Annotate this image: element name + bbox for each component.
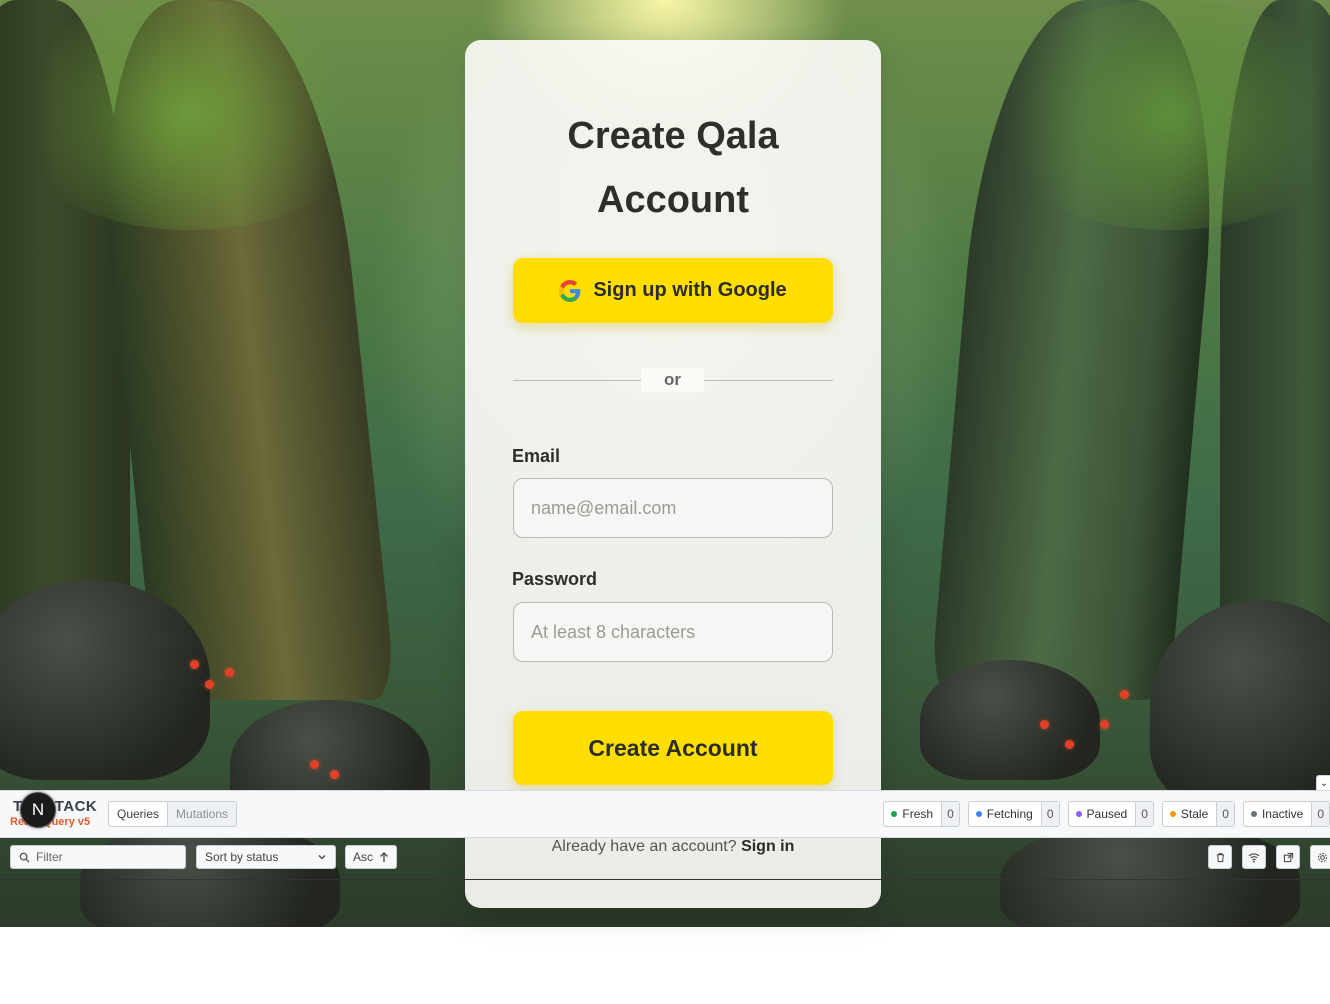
status-dot-icon — [891, 811, 898, 817]
nextjs-badge-button[interactable]: N — [20, 792, 56, 828]
devtools-header: TANSTACK React Query v5 N Queries Mutati… — [0, 790, 1330, 838]
status-label: Paused — [1086, 807, 1128, 821]
status-dot-icon — [1169, 811, 1176, 817]
filter-placeholder: Filter — [36, 850, 63, 864]
gear-icon — [1317, 852, 1327, 862]
status-label: Stale — [1180, 807, 1209, 821]
settings-button[interactable] — [1310, 845, 1330, 869]
chevron-down-icon: ⌄ — [1319, 778, 1329, 789]
status-chip-stale[interactable]: Stale 0 — [1161, 801, 1235, 827]
create-account-button[interactable]: Create Account — [513, 711, 833, 785]
google-signup-button[interactable]: Sign up with Google — [513, 258, 833, 323]
trash-icon — [1216, 852, 1224, 862]
signup-card: Create Qala Account Sign up with Google … — [465, 40, 881, 908]
status-label: Inactive — [1261, 807, 1304, 821]
status-chip-paused[interactable]: Paused 0 — [1067, 801, 1154, 827]
status-count: 0 — [1135, 802, 1153, 826]
flower — [190, 660, 199, 669]
email-label: Email — [512, 446, 561, 466]
status-dot-icon — [1250, 811, 1257, 817]
filter-input[interactable]: Filter — [10, 845, 186, 869]
network-toggle-button[interactable] — [1242, 845, 1266, 869]
devtools-tabs: Queries Mutations — [108, 801, 238, 827]
arrow-up-icon — [380, 851, 388, 862]
status-count: 0 — [941, 802, 959, 826]
page-title: Create Qala — [567, 115, 779, 157]
status-chip-fetching[interactable]: Fetching 0 — [967, 801, 1060, 827]
flower — [225, 668, 234, 677]
page-title-line2: Account — [597, 179, 749, 221]
status-dot-icon — [975, 811, 982, 817]
status-count: 0 — [1216, 802, 1234, 826]
status-label: Fresh — [902, 807, 934, 821]
flower — [1065, 740, 1074, 749]
password-label: Password — [512, 569, 598, 589]
google-signup-label: Sign up with Google — [593, 279, 787, 301]
clear-cache-button[interactable] — [1208, 845, 1232, 869]
status-count: 0 — [1040, 802, 1059, 826]
popout-icon — [1283, 852, 1293, 862]
status-label: Fetching — [986, 807, 1033, 821]
status-chip-inactive[interactable]: Inactive 0 — [1242, 801, 1330, 827]
tab-mutations[interactable]: Mutations — [167, 802, 237, 826]
sort-value: Sort by status — [205, 850, 279, 864]
divider-text: or — [641, 368, 704, 392]
status-chip-fresh[interactable]: Fresh 0 — [883, 801, 960, 827]
sort-order-button[interactable]: Asc — [345, 845, 397, 869]
rock — [1150, 600, 1330, 810]
flower — [1100, 720, 1109, 729]
google-icon — [559, 279, 581, 302]
flower — [205, 680, 214, 689]
sort-select[interactable]: Sort by status — [196, 845, 336, 869]
tab-queries[interactable]: Queries — [109, 802, 168, 826]
search-icon — [19, 852, 30, 863]
flower — [1120, 690, 1129, 699]
flower — [310, 760, 319, 769]
foliage — [0, 0, 380, 230]
wifi-icon — [1248, 852, 1260, 862]
flower — [330, 770, 339, 779]
devtools-toolbar: Filter Sort by status Asc — [0, 845, 1330, 880]
status-dot-icon — [1075, 811, 1082, 817]
popout-button[interactable] — [1276, 845, 1300, 869]
sort-order-label: Asc — [352, 850, 373, 864]
flower — [1040, 720, 1049, 729]
status-chips: Fresh 0 Fetching 0 Paused 0 Stale 0 Inac… — [883, 801, 1330, 827]
email-field[interactable] — [513, 478, 833, 538]
password-field[interactable] — [513, 602, 833, 662]
rock — [920, 660, 1100, 780]
status-count: 0 — [1311, 802, 1329, 826]
chevron-down-icon — [318, 855, 326, 860]
